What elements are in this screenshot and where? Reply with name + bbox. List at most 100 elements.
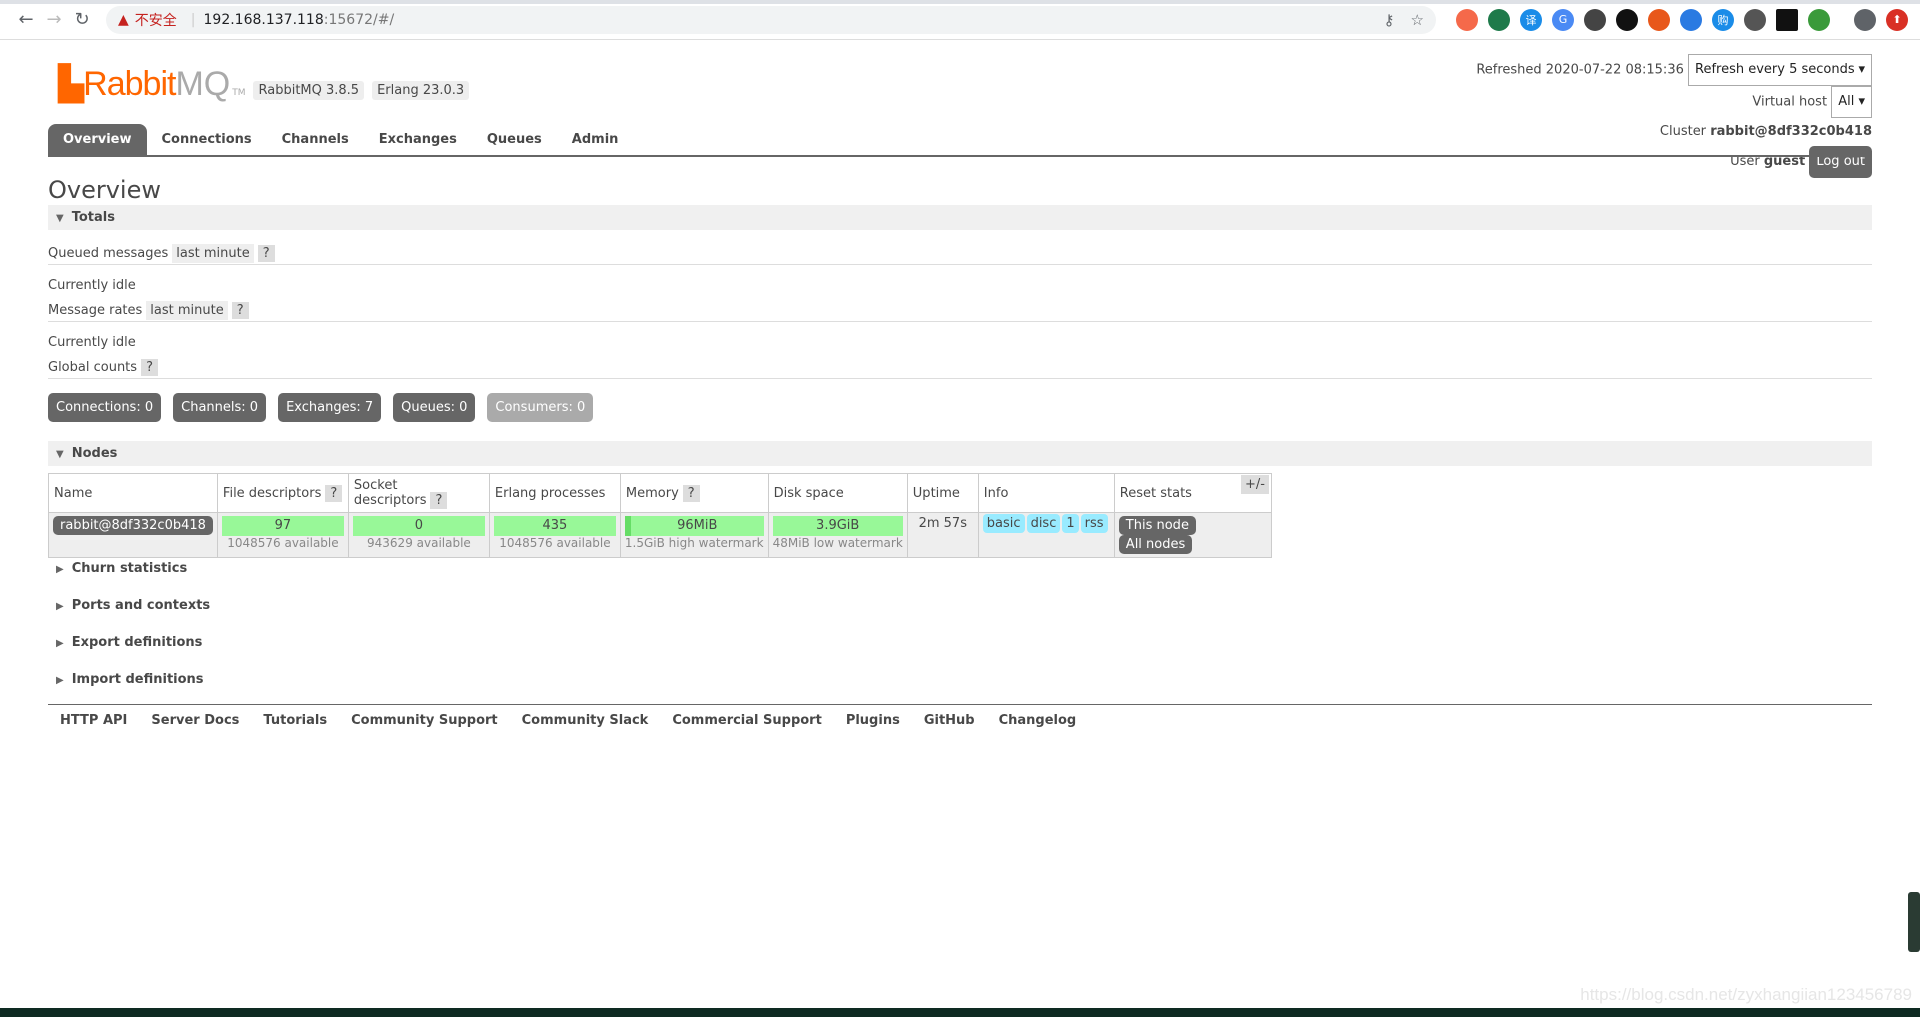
extension-icon[interactable] xyxy=(1680,8,1702,31)
memory-bar: 96MiB xyxy=(624,516,764,536)
triangle-right-icon: ▶ xyxy=(56,564,64,575)
sd-available: 943629 available xyxy=(367,536,471,550)
security-label[interactable]: 不安全 xyxy=(135,10,177,30)
warning-icon: ▲ xyxy=(118,11,129,28)
footer-link-http-api[interactable]: HTTP API xyxy=(60,713,127,728)
col-socket-descriptors: Socket descriptors? xyxy=(347,473,490,513)
columns-toggle-button[interactable]: +/- xyxy=(1241,475,1269,494)
gitzip-icon[interactable] xyxy=(1744,8,1766,31)
ep-available: 1048576 available xyxy=(499,536,611,550)
tab-exchanges[interactable]: Exchanges xyxy=(364,124,472,155)
extension-icon[interactable] xyxy=(1616,8,1638,31)
extension-icon[interactable] xyxy=(1456,8,1478,31)
logo[interactable]: ▙Rabbit MQ TM RabbitMQ 3.8.5 Erlang 23.0.3 xyxy=(58,64,477,104)
help-button[interactable]: ? xyxy=(430,492,448,509)
info-tag: rss xyxy=(1080,514,1108,533)
queued-messages-row: Queued messages last minute? xyxy=(48,244,1872,265)
version-badge: RabbitMQ 3.8.5 xyxy=(253,81,365,100)
range-selector[interactable]: last minute xyxy=(172,244,254,263)
table-header: Name File descriptors? Socket descriptor… xyxy=(48,473,1272,513)
col-info: Info xyxy=(977,473,1115,513)
refresh-select[interactable]: Refresh every 5 seconds ▾ xyxy=(1688,54,1872,86)
google-translate-icon[interactable]: G xyxy=(1552,8,1574,31)
reset-this-node-button[interactable]: This node xyxy=(1118,516,1196,535)
memory-watermark: 1.5GiB high watermark xyxy=(624,536,764,550)
info-tag: 1 xyxy=(1062,514,1079,533)
fd-available: 1048576 available xyxy=(227,536,339,550)
help-button[interactable]: ? xyxy=(141,359,158,376)
queues-count[interactable]: Queues: 0 xyxy=(393,393,476,422)
tab-connections[interactable]: Connections xyxy=(147,124,267,155)
extension-icon[interactable] xyxy=(1808,8,1830,31)
reset-all-nodes-button[interactable]: All nodes xyxy=(1118,535,1193,554)
update-icon[interactable]: ⬆ xyxy=(1886,8,1908,31)
extension-icon[interactable] xyxy=(1776,8,1798,31)
help-button[interactable]: ? xyxy=(257,245,275,262)
totals-section-toggle[interactable]: ▼ Totals xyxy=(48,205,1872,230)
extensions: 译 G 购 ⬆ xyxy=(1456,8,1908,31)
info-tag: disc xyxy=(1026,514,1061,533)
side-widget[interactable] xyxy=(1908,892,1920,952)
reload-icon[interactable]: ↻ xyxy=(68,9,96,30)
churn-statistics-toggle[interactable]: ▶ Churn statistics xyxy=(56,561,187,576)
footer-link-github[interactable]: GitHub xyxy=(924,713,975,728)
footer-link-community-slack[interactable]: Community Slack xyxy=(522,713,649,728)
back-icon[interactable]: ← xyxy=(12,9,40,30)
triangle-right-icon: ▶ xyxy=(56,675,64,686)
extension-icon[interactable] xyxy=(1648,8,1670,31)
forward-icon[interactable]: → xyxy=(40,9,68,30)
vhost-select[interactable]: All ▾ xyxy=(1831,86,1872,118)
channels-count[interactable]: Channels: 0 xyxy=(173,393,267,422)
info-tag: basic xyxy=(982,514,1025,533)
global-counts-row: Global counts? xyxy=(48,359,1872,379)
key-icon[interactable]: ⚷ xyxy=(1384,11,1395,29)
ports-contexts-toggle[interactable]: ▶ Ports and contexts xyxy=(56,598,210,613)
translate-icon[interactable]: 译 xyxy=(1520,8,1542,31)
table-row: rabbit@8df332c0b418 97 1048576 available … xyxy=(48,512,1272,558)
disk-bar: 3.9GiB xyxy=(772,516,903,536)
refreshed-label: Refreshed 2020-07-22 08:15:36 xyxy=(1476,62,1684,78)
tab-channels[interactable]: Channels xyxy=(267,124,364,155)
tab-admin[interactable]: Admin xyxy=(557,124,634,155)
footer-links: HTTP API Server Docs Tutorials Community… xyxy=(48,704,1872,736)
extension-icon[interactable] xyxy=(1488,8,1510,31)
range-selector[interactable]: last minute xyxy=(146,301,228,320)
nodes-table: Name File descriptors? Socket descriptor… xyxy=(48,473,1272,558)
shopping-icon[interactable]: 购 xyxy=(1712,8,1734,31)
import-definitions-toggle[interactable]: ▶ Import definitions xyxy=(56,672,204,687)
footer-link-tutorials[interactable]: Tutorials xyxy=(263,713,327,728)
col-erlang-processes: Erlang processes xyxy=(488,473,621,513)
extension-icon[interactable] xyxy=(1584,8,1606,31)
help-button[interactable]: ? xyxy=(325,484,343,502)
profile-icon[interactable] xyxy=(1854,8,1876,31)
tab-queues[interactable]: Queues xyxy=(472,124,557,155)
star-icon[interactable]: ☆ xyxy=(1411,11,1424,29)
col-uptime: Uptime xyxy=(906,473,979,513)
global-counts: Connections: 0 Channels: 0 Exchanges: 7 … xyxy=(48,393,594,422)
address-bar[interactable]: ▲ 不安全 | 192.168.137.118:15672/#/ ⚷ ☆ xyxy=(106,5,1436,34)
status-panel: Refreshed 2020-07-22 08:15:36 Refresh ev… xyxy=(1476,54,1872,178)
footer-link-commercial-support[interactable]: Commercial Support xyxy=(672,713,822,728)
page-title: Overview xyxy=(48,176,161,204)
consumers-count: Consumers: 0 xyxy=(487,393,594,422)
main-tabs: Overview Connections Channels Exchanges … xyxy=(48,124,1872,157)
footer-link-plugins[interactable]: Plugins xyxy=(846,713,900,728)
idle-text: Currently idle xyxy=(48,278,136,293)
footer-link-server-docs[interactable]: Server Docs xyxy=(151,713,239,728)
erlang-badge: Erlang 23.0.3 xyxy=(372,81,470,100)
footer-link-community-support[interactable]: Community Support xyxy=(351,713,498,728)
nodes-section-toggle[interactable]: ▼ Nodes xyxy=(48,441,1872,466)
help-button[interactable]: ? xyxy=(231,302,249,319)
url-text[interactable]: 192.168.137.118:15672/#/ xyxy=(204,12,395,28)
node-name-link[interactable]: rabbit@8df332c0b418 xyxy=(53,516,213,535)
help-button[interactable]: ? xyxy=(682,484,700,502)
vhost-label: Virtual host xyxy=(1752,94,1828,110)
footer-link-changelog[interactable]: Changelog xyxy=(999,713,1077,728)
tab-overview[interactable]: Overview xyxy=(48,124,147,155)
rabbitmq-logo: ▙Rabbit xyxy=(58,65,176,103)
uptime-value: 2m 57s xyxy=(906,512,979,558)
export-definitions-toggle[interactable]: ▶ Export definitions xyxy=(56,635,202,650)
col-memory: Memory? xyxy=(619,473,769,513)
exchanges-count[interactable]: Exchanges: 7 xyxy=(278,393,382,422)
connections-count[interactable]: Connections: 0 xyxy=(48,393,162,422)
